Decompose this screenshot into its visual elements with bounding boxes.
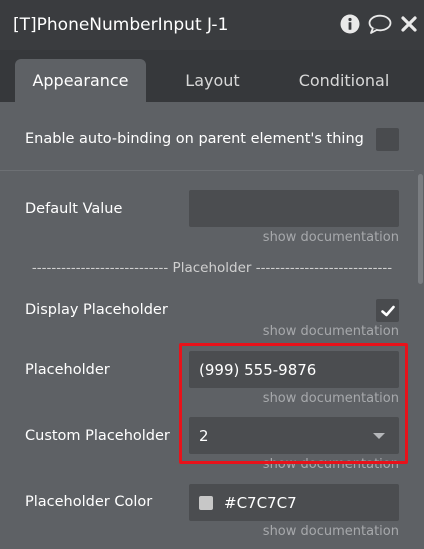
divider [0,170,414,171]
placeholder-label: Placeholder [25,362,110,378]
default-value-label: Default Value [25,201,123,217]
default-value-input[interactable] [189,190,399,227]
auto-binding-checkbox[interactable] [376,128,399,151]
window-title: [T]PhoneNumberInput J-1 [13,15,229,35]
custom-placeholder-dropdown[interactable]: 2 [189,417,399,454]
placeholder-color-doc-link[interactable]: show documentation [263,524,399,539]
auto-binding-label: Enable auto-binding on parent element's … [25,131,364,147]
display-placeholder-checkbox[interactable] [376,299,399,322]
default-value-doc-link[interactable]: show documentation [263,230,399,245]
custom-placeholder-value: 2 [199,426,209,445]
custom-placeholder-label: Custom Placeholder [25,428,170,444]
title-bar: [T]PhoneNumberInput J-1 [0,0,424,50]
tab-appearance[interactable]: Appearance [15,59,146,102]
title-icons [340,14,418,34]
placeholder-section-separator: ---------------------------- Placeholder… [31,260,393,276]
tab-layout[interactable]: Layout [150,59,275,102]
info-icon[interactable] [340,14,360,34]
scrollbar-thumb[interactable] [418,174,423,284]
close-icon[interactable] [400,15,418,33]
checkmark-icon [380,305,395,316]
display-placeholder-label: Display Placeholder [25,302,168,318]
display-placeholder-doc-link[interactable]: show documentation [263,324,399,339]
tab-conditional[interactable]: Conditional [279,59,409,102]
placeholder-color-label: Placeholder Color [25,494,153,510]
comment-icon[interactable] [368,14,392,34]
custom-placeholder-doc-link[interactable]: show documentation [263,457,399,472]
tab-bar: Appearance Layout Conditional [0,50,424,102]
color-swatch[interactable] [199,495,213,510]
scrollbar[interactable] [416,102,424,549]
placeholder-doc-link[interactable]: show documentation [263,391,399,406]
placeholder-input[interactable]: (999) 555-9876 [189,351,399,388]
placeholder-color-picker[interactable]: #C7C7C7 [189,484,399,521]
chevron-down-icon [373,433,385,439]
placeholder-color-value: #C7C7C7 [224,493,297,512]
appearance-panel: Enable auto-binding on parent element's … [0,102,424,549]
